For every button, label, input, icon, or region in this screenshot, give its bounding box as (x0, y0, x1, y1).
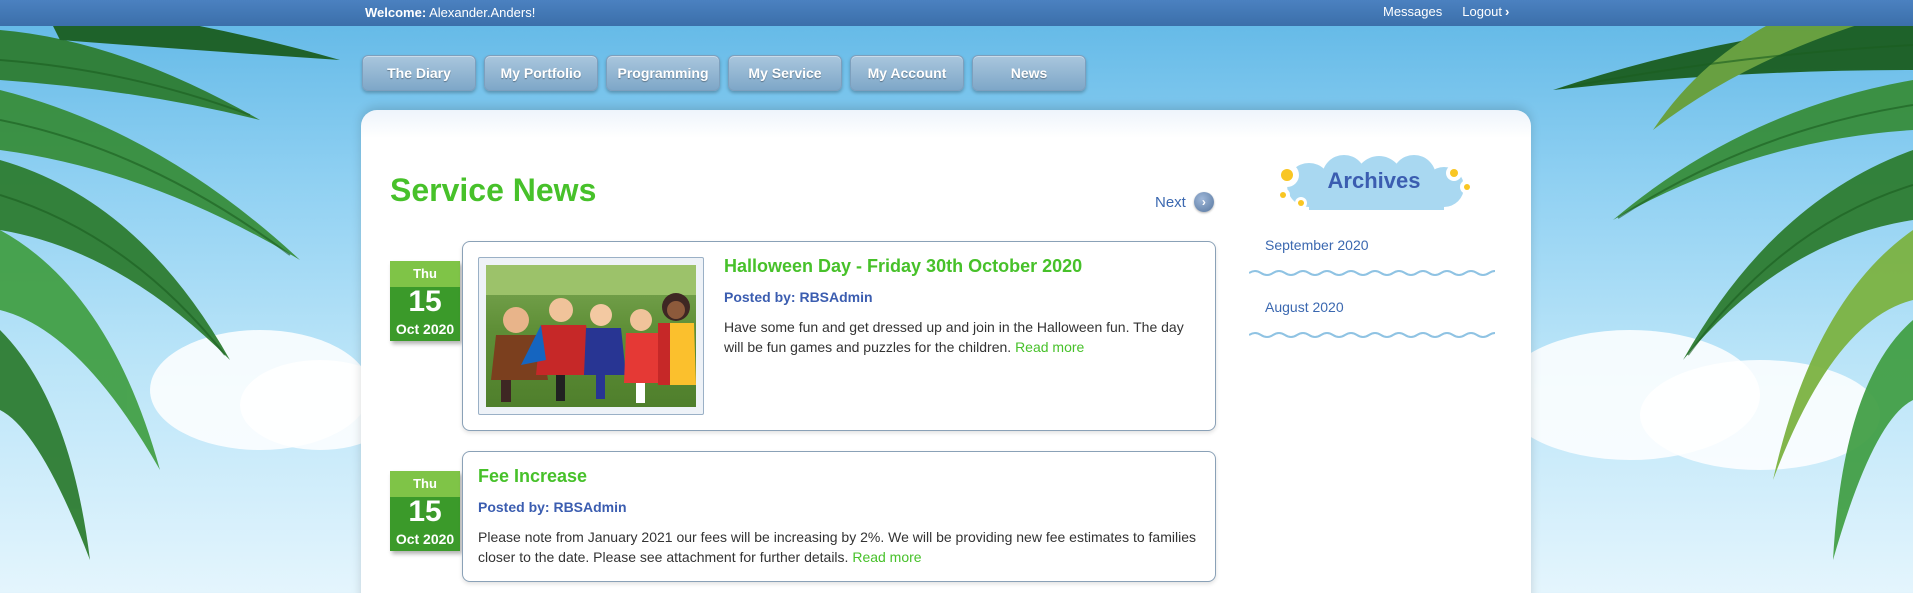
date-dow: Thu (413, 266, 437, 281)
logout-link[interactable]: Logout › (1462, 4, 1509, 19)
date-month-year: Oct 2020 (395, 531, 455, 547)
archive-link-august-2020[interactable]: August 2020 (1249, 287, 1499, 331)
article-card: Fee Increase Posted by: RBSAdmin Please … (462, 451, 1216, 582)
next-link[interactable]: Next › (1155, 192, 1214, 212)
next-label: Next (1155, 193, 1186, 211)
nav-my-service[interactable]: My Service (728, 55, 842, 91)
nav-news[interactable]: News (972, 55, 1086, 91)
palm-leaves-left (0, 0, 380, 593)
chevron-right-icon: › (1505, 4, 1510, 19)
date-day: 15 (408, 285, 442, 318)
top-bar: Welcome: Alexander.Anders! Messages Logo… (0, 0, 1913, 26)
welcome-label: Welcome: (365, 5, 427, 20)
article-byline: Posted by: RBSAdmin (724, 289, 873, 305)
wave-divider (1249, 332, 1495, 338)
article-body: Have some fun and get dressed up and joi… (724, 319, 1184, 355)
archives-sidebar: Archives September 2020 August 2020 (1249, 155, 1499, 339)
article-thumbnail[interactable] (478, 257, 704, 415)
date-day: 15 (408, 495, 442, 528)
article-title[interactable]: Fee Increase (478, 466, 1203, 487)
children-costume-photo (486, 265, 696, 407)
archives-title: Archives (1327, 168, 1421, 193)
main-nav: The Diary My Portfolio Programming My Se… (362, 55, 1086, 91)
messages-link[interactable]: Messages (1383, 4, 1442, 19)
nav-the-diary[interactable]: The Diary (362, 55, 476, 91)
user-name: Alexander.Anders! (429, 5, 536, 20)
nav-my-account[interactable]: My Account (850, 55, 964, 91)
date-dow: Thu (413, 476, 437, 491)
article-card: Halloween Day - Friday 30th October 2020… (462, 241, 1216, 431)
wave-divider (1249, 270, 1495, 276)
article-body: Please note from January 2021 our fees w… (478, 529, 1196, 565)
nav-my-portfolio[interactable]: My Portfolio (484, 55, 598, 91)
welcome-message: Welcome: Alexander.Anders! (365, 5, 535, 20)
content-panel: Service News Next › Thu 15 Oct 2020 Hall… (361, 110, 1531, 593)
read-more-link[interactable]: Read more (852, 549, 921, 565)
logout-label: Logout (1462, 4, 1503, 19)
archive-link-september-2020[interactable]: September 2020 (1249, 225, 1499, 269)
date-badge: Thu 15 Oct 2020 (390, 261, 460, 341)
arrow-right-circle-icon: › (1193, 192, 1214, 212)
date-month-year: Oct 2020 (395, 321, 455, 337)
article-byline: Posted by: RBSAdmin (478, 499, 627, 515)
nav-programming[interactable]: Programming (606, 55, 720, 91)
article-summary: Please note from January 2021 our fees w… (478, 527, 1203, 567)
article-summary: Have some fun and get dressed up and joi… (724, 317, 1199, 357)
top-links: Messages Logout › (1383, 4, 1509, 19)
archives-banner: Archives (1269, 155, 1479, 215)
page-title: Service News (390, 172, 597, 208)
date-badge: Thu 15 Oct 2020 (390, 471, 460, 551)
read-more-link[interactable]: Read more (1015, 339, 1084, 355)
article-title[interactable]: Halloween Day - Friday 30th October 2020 (724, 256, 1199, 277)
